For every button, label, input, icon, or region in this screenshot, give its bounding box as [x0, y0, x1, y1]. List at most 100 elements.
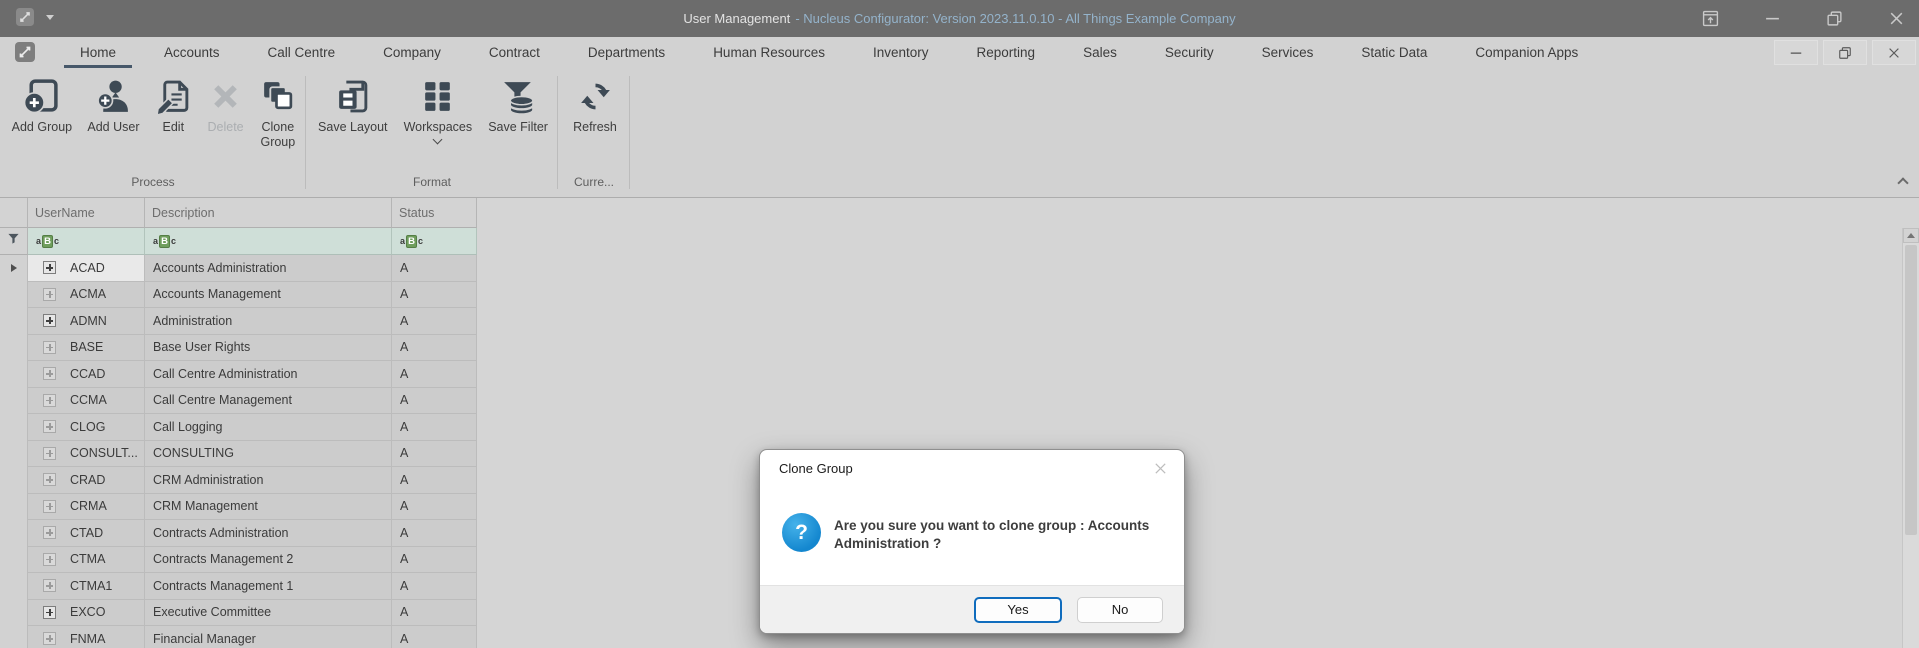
cell-username[interactable]: CTMA1 [28, 573, 145, 600]
filter-status-cell[interactable]: aBc [392, 228, 477, 255]
ribbon-button[interactable]: Workspaces [402, 76, 475, 145]
cell-description[interactable]: CONSULTING [145, 440, 392, 467]
mdi-restore-icon[interactable] [1823, 40, 1867, 65]
ribbon-button[interactable]: Save Layout [316, 76, 390, 137]
cell-status[interactable]: A [392, 440, 477, 467]
cell-status[interactable]: A [392, 334, 477, 361]
cell-username[interactable]: CONSULT... [28, 440, 145, 467]
expand-icon[interactable] [43, 526, 56, 540]
cell-status[interactable]: A [392, 387, 477, 414]
cell-username[interactable]: ACAD [28, 255, 145, 282]
expand-icon[interactable] [43, 446, 56, 460]
table-row[interactable]: CRAD CRM Administration A [0, 467, 477, 494]
ribbon-tab[interactable]: Inventory [849, 37, 953, 68]
cell-description[interactable]: Contracts Management 2 [145, 546, 392, 573]
expand-icon[interactable] [43, 605, 56, 619]
ribbon-tab[interactable]: Security [1141, 37, 1238, 68]
table-row[interactable]: EXCO Executive Committee A [0, 599, 477, 626]
filter-description-cell[interactable]: aBc [145, 228, 392, 255]
ribbon-button[interactable]: Delete [205, 76, 246, 137]
ribbon-button[interactable]: Add User [85, 76, 141, 137]
table-row[interactable]: CCMA Call Centre Management A [0, 387, 477, 414]
table-row[interactable]: ADMN Administration A [0, 308, 477, 335]
ribbon-tab[interactable]: Contract [465, 37, 564, 68]
expand-icon[interactable] [43, 632, 56, 646]
ribbon-button[interactable]: Save Filter [486, 76, 550, 137]
expand-icon[interactable] [43, 499, 56, 513]
ribbon-tab[interactable]: Sales [1059, 37, 1141, 68]
yes-button[interactable]: Yes [974, 596, 1062, 623]
cell-username[interactable]: CCMA [28, 387, 145, 414]
cell-status[interactable]: A [392, 414, 477, 441]
ribbon-tab[interactable]: Reporting [953, 37, 1060, 68]
expand-icon[interactable] [43, 340, 56, 354]
expand-icon[interactable] [43, 261, 56, 275]
collapse-ribbon-icon[interactable] [1896, 175, 1910, 189]
expand-icon[interactable] [43, 367, 56, 381]
restore-window-icon[interactable] [1826, 10, 1843, 27]
table-row[interactable]: CTMA Contracts Management 2 A [0, 546, 477, 573]
cell-username[interactable]: CTMA [28, 546, 145, 573]
table-row[interactable]: FNMA Financial Manager A [0, 626, 477, 648]
filter-username-cell[interactable]: aBc [28, 228, 145, 255]
ribbon-tab[interactable]: Home [56, 37, 140, 68]
cell-username[interactable]: FNMA [28, 626, 145, 648]
minimize-window-icon[interactable] [1764, 10, 1781, 27]
mdi-minimize-icon[interactable] [1774, 40, 1818, 65]
table-row[interactable]: CTAD Contracts Administration A [0, 520, 477, 547]
cell-username[interactable]: CRAD [28, 467, 145, 494]
vertical-scrollbar[interactable] [1902, 228, 1919, 648]
ribbon-tab[interactable]: Accounts [140, 37, 244, 68]
cell-status[interactable]: A [392, 546, 477, 573]
cell-username[interactable]: CCAD [28, 361, 145, 388]
scrollbar-thumb[interactable] [1905, 245, 1917, 535]
cell-description[interactable]: CRM Management [145, 493, 392, 520]
table-row[interactable]: BASE Base User Rights A [0, 334, 477, 361]
table-row[interactable]: CCAD Call Centre Administration A [0, 361, 477, 388]
ribbon-tab[interactable]: Company [359, 37, 465, 68]
ribbon-tab[interactable]: Static Data [1337, 37, 1451, 68]
table-row[interactable]: ACMA Accounts Management A [0, 281, 477, 308]
cell-description[interactable]: Call Centre Management [145, 387, 392, 414]
fullscreen-window-icon[interactable] [1702, 10, 1719, 27]
scroll-up-icon[interactable] [1903, 228, 1919, 243]
ribbon-button[interactable]: Refresh [571, 76, 619, 137]
ribbon-tab[interactable]: Human Resources [689, 37, 849, 68]
expand-icon[interactable] [43, 473, 56, 487]
ribbon-tab[interactable]: Departments [564, 37, 689, 68]
cell-username[interactable]: ADMN [28, 308, 145, 335]
cell-description[interactable]: Accounts Administration [145, 255, 392, 282]
ribbon-button[interactable]: Clone Group [257, 76, 298, 152]
cell-status[interactable]: A [392, 626, 477, 648]
cell-status[interactable]: A [392, 467, 477, 494]
close-window-icon[interactable] [1888, 10, 1905, 27]
cell-description[interactable]: Contracts Management 1 [145, 573, 392, 600]
expand-icon[interactable] [43, 552, 56, 566]
cell-username[interactable]: ACMA [28, 281, 145, 308]
cell-description[interactable]: Call Logging [145, 414, 392, 441]
cell-description[interactable]: Call Centre Administration [145, 361, 392, 388]
cell-description[interactable]: Accounts Management [145, 281, 392, 308]
cell-username[interactable]: BASE [28, 334, 145, 361]
cell-status[interactable]: A [392, 281, 477, 308]
cell-description[interactable]: Executive Committee [145, 599, 392, 626]
header-username[interactable]: UserName [28, 198, 145, 228]
table-row[interactable]: ACAD Accounts Administration A [0, 255, 477, 282]
cell-status[interactable]: A [392, 599, 477, 626]
dialog-close-icon[interactable] [1151, 459, 1169, 477]
cell-status[interactable]: A [392, 493, 477, 520]
header-status[interactable]: Status [392, 198, 477, 228]
expand-icon[interactable] [43, 314, 56, 328]
quick-access-app-icon[interactable] [16, 8, 34, 26]
cell-description[interactable]: Financial Manager [145, 626, 392, 648]
mdi-close-icon[interactable] [1872, 40, 1916, 65]
ribbon-tab[interactable]: Companion Apps [1451, 37, 1602, 68]
cell-username[interactable]: CRMA [28, 493, 145, 520]
cell-description[interactable]: Contracts Administration [145, 520, 392, 547]
expand-icon[interactable] [43, 579, 56, 593]
ribbon-tab[interactable]: Call Centre [244, 37, 360, 68]
cell-description[interactable]: Base User Rights [145, 334, 392, 361]
cell-username[interactable]: EXCO [28, 599, 145, 626]
ribbon-button[interactable]: Add Group [10, 76, 74, 137]
cell-description[interactable]: Administration [145, 308, 392, 335]
